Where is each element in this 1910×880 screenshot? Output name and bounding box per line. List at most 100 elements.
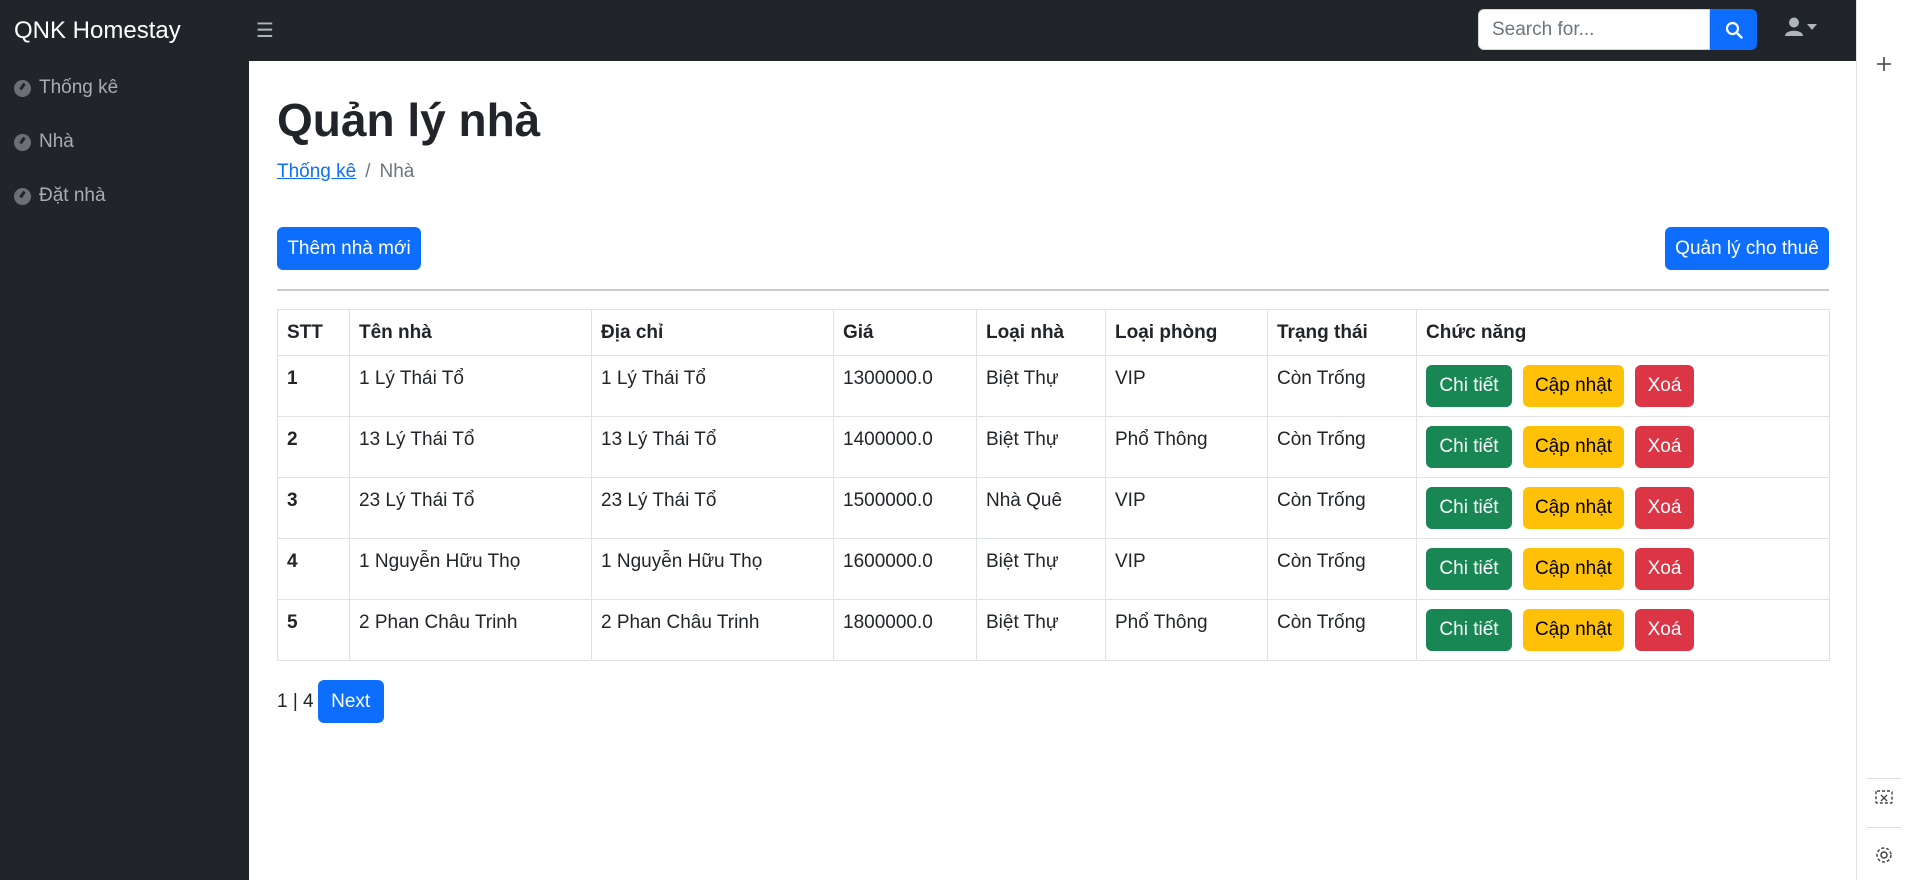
cell-price: 1500000.0: [833, 477, 977, 539]
plus-icon[interactable]: [1872, 52, 1896, 76]
breadcrumb: Thống kê / Nhà: [277, 161, 1829, 183]
cell-house-type: Biệt Thự: [976, 416, 1106, 478]
manage-rentals-button[interactable]: Quản lý cho thuê: [1665, 227, 1829, 270]
cell-actions: Chi tiết Cập nhật Xoá: [1416, 355, 1830, 417]
gear-icon[interactable]: [1872, 843, 1896, 867]
search-button[interactable]: [1710, 9, 1757, 50]
cell-actions: Chi tiết Cập nhật Xoá: [1416, 416, 1830, 478]
add-house-button[interactable]: Thêm nhà mới: [277, 227, 421, 270]
update-button[interactable]: Cập nhật: [1523, 426, 1624, 468]
sidebar-item-label: Nhà: [39, 131, 74, 152]
browser-side-panel: [1856, 0, 1910, 880]
cell-name: 1 Lý Thái Tổ: [349, 355, 592, 417]
delete-button[interactable]: Xoá: [1635, 548, 1694, 590]
header-status: Trạng thái: [1267, 309, 1417, 356]
breadcrumb-home-link[interactable]: Thống kê: [277, 161, 356, 183]
sidebar-item-dat-nha[interactable]: Đặt nhà: [0, 169, 249, 223]
cell-room-type: Phổ Thông: [1105, 416, 1268, 478]
search-input[interactable]: [1478, 9, 1710, 50]
delete-button[interactable]: Xoá: [1635, 426, 1694, 468]
cell-status: Còn Trống: [1267, 599, 1417, 661]
cell-name: 13 Lý Thái Tổ: [349, 416, 592, 478]
delete-button[interactable]: Xoá: [1635, 487, 1694, 529]
header-house-type: Loại nhà: [976, 309, 1106, 356]
divider: [1867, 778, 1901, 779]
cell-actions: Chi tiết Cập nhật Xoá: [1416, 599, 1830, 661]
delete-button[interactable]: Xoá: [1635, 365, 1694, 407]
update-button[interactable]: Cập nhật: [1523, 548, 1624, 590]
cell-status: Còn Trống: [1267, 477, 1417, 539]
sidebar-item-label: Đặt nhà: [39, 185, 106, 206]
cell-address: 13 Lý Thái Tổ: [591, 416, 834, 478]
cell-address: 1 Nguyễn Hữu Thọ: [591, 538, 834, 600]
detail-button[interactable]: Chi tiết: [1426, 548, 1512, 590]
header-name: Tên nhà: [349, 309, 592, 356]
table-row: 4 1 Nguyễn Hữu Thọ 1 Nguyễn Hữu Thọ 1600…: [277, 538, 1830, 600]
cell-status: Còn Trống: [1267, 538, 1417, 600]
cell-house-type: Biệt Thự: [976, 599, 1106, 661]
cell-actions: Chi tiết Cập nhật Xoá: [1416, 477, 1830, 539]
sidebar-item-label: Thống kê: [39, 77, 119, 98]
update-button[interactable]: Cập nhật: [1523, 487, 1624, 529]
top-navbar: QNK Homestay ☰: [0, 0, 1856, 61]
next-page-button[interactable]: Next: [317, 680, 384, 723]
cell-status: Còn Trống: [1267, 416, 1417, 478]
sidebar-item-nha[interactable]: Nhà: [0, 115, 249, 169]
sidebar-item-thong-ke[interactable]: Thống kê: [0, 61, 249, 115]
cell-name: 1 Nguyễn Hữu Thọ: [349, 538, 592, 600]
pagination: 1 | 4 Next: [277, 680, 1829, 723]
cell-address: 23 Lý Thái Tổ: [591, 477, 834, 539]
delete-button[interactable]: Xoá: [1635, 609, 1694, 651]
update-button[interactable]: Cập nhật: [1523, 609, 1624, 651]
cell-stt: 5: [277, 599, 350, 661]
header-actions: Chức năng: [1416, 309, 1830, 356]
detail-button[interactable]: Chi tiết: [1426, 426, 1512, 468]
breadcrumb-separator: /: [365, 161, 371, 182]
cell-address: 2 Phan Châu Trinh: [591, 599, 834, 661]
cell-stt: 1: [277, 355, 350, 417]
cell-name: 23 Lý Thái Tổ: [349, 477, 592, 539]
cell-stt: 2: [277, 416, 350, 478]
table-row: 2 13 Lý Thái Tổ 13 Lý Thái Tổ 1400000.0 …: [277, 416, 1830, 478]
page-title: Quản lý nhà: [277, 94, 541, 146]
cell-room-type: VIP: [1105, 477, 1268, 539]
breadcrumb-current: Nhà: [379, 161, 415, 182]
dashboard-icon: [14, 187, 31, 205]
cell-room-type: VIP: [1105, 538, 1268, 600]
search-form: [1478, 9, 1757, 50]
detail-button[interactable]: Chi tiết: [1426, 365, 1512, 407]
table-header-row: STT Tên nhà Địa chỉ Giá Loại nhà Loại ph…: [277, 309, 1830, 356]
cell-house-type: Biệt Thự: [976, 355, 1106, 417]
page-info: 1 | 4: [277, 690, 314, 712]
cell-room-type: Phổ Thông: [1105, 599, 1268, 661]
sidebar: Thống kê Nhà Đặt nhà: [0, 61, 249, 880]
cell-stt: 4: [277, 538, 350, 600]
cell-status: Còn Trống: [1267, 355, 1417, 417]
cell-stt: 3: [277, 477, 350, 539]
menu-icon[interactable]: ☰: [256, 18, 274, 43]
header-stt: STT: [277, 309, 350, 356]
header-price: Giá: [833, 309, 977, 356]
cell-price: 1800000.0: [833, 599, 977, 661]
header-address: Địa chỉ: [591, 309, 834, 356]
table-row: 5 2 Phan Châu Trinh 2 Phan Châu Trinh 18…: [277, 599, 1830, 661]
action-bar: Thêm nhà mới Quản lý cho thuê: [277, 227, 1829, 271]
brand-logo[interactable]: QNK Homestay: [14, 17, 250, 45]
main-content: Quản lý nhà Thống kê / Nhà Thêm nhà mới …: [277, 61, 1830, 723]
detail-button[interactable]: Chi tiết: [1426, 609, 1512, 651]
divider: [277, 289, 1829, 291]
update-button[interactable]: Cập nhật: [1523, 365, 1624, 407]
cell-room-type: VIP: [1105, 355, 1268, 417]
cell-price: 1300000.0: [833, 355, 977, 417]
user-dropdown[interactable]: [1785, 17, 1817, 37]
cell-address: 1 Lý Thái Tổ: [591, 355, 834, 417]
dashboard-icon: [14, 79, 31, 97]
dashboard-icon: [14, 133, 31, 151]
cell-price: 1400000.0: [833, 416, 977, 478]
screenshot-icon[interactable]: [1872, 786, 1896, 810]
user-icon: [1785, 17, 1803, 36]
cell-house-type: Nhà Quê: [976, 477, 1106, 539]
houses-table: STT Tên nhà Địa chỉ Giá Loại nhà Loại ph…: [277, 309, 1830, 661]
detail-button[interactable]: Chi tiết: [1426, 487, 1512, 529]
cell-actions: Chi tiết Cập nhật Xoá: [1416, 538, 1830, 600]
